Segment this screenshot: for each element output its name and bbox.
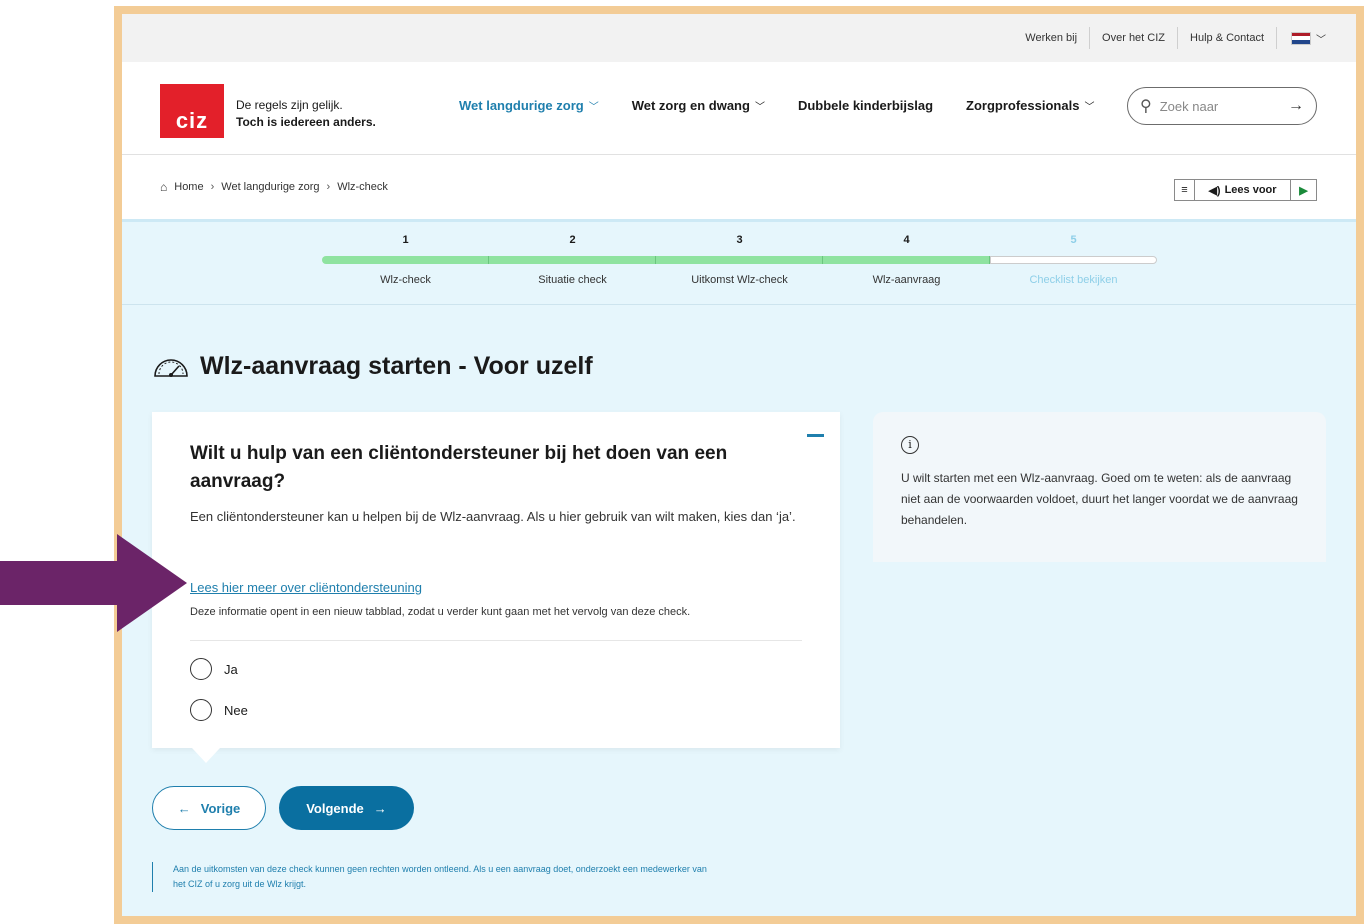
step-label: Wlz-check <box>380 274 431 286</box>
arrow-left-icon: ← <box>177 800 191 816</box>
divider <box>190 640 802 641</box>
question-heading: Wilt u hulp van een cliëntondersteuner b… <box>190 443 728 492</box>
ciz-logo[interactable]: ciz <box>160 84 224 138</box>
breadcrumb-wet-langdurige-zorg[interactable]: Wet langdurige zorg <box>221 181 319 193</box>
link-hulp-contact[interactable]: Hulp & Contact <box>1178 27 1277 49</box>
step-5: 5 Checklist bekijken <box>990 228 1157 286</box>
arrow-right-icon[interactable]: → <box>1288 97 1304 115</box>
radio-option-nee[interactable]: Nee <box>190 699 248 721</box>
next-button[interactable]: Volgende → <box>279 786 414 830</box>
step-number: 2 <box>569 234 576 246</box>
readspeaker-toolbar: ≡ ◀) Lees voor ▶ <box>1174 179 1317 201</box>
step-2: 2 Situatie check <box>489 228 656 286</box>
orange-frame: Werken bij Over het CIZ Hulp & Contact ﹀… <box>114 6 1364 924</box>
nav-wet-zorg-en-dwang[interactable]: Wet zorg en dwang ﹀ <box>632 98 765 113</box>
divider <box>122 304 1356 305</box>
step-label: Uitkomst Wlz-check <box>691 274 788 286</box>
step-progress-bar <box>322 256 489 264</box>
speedometer-icon <box>154 358 188 377</box>
info-card: i U wilt starten met een Wlz-aanvraag. G… <box>873 412 1326 562</box>
progress-stepper: 1 Wlz-check 2 Situatie check 3 Uitkomst … <box>322 228 1158 300</box>
step-progress-bar <box>990 256 1157 264</box>
page-heading: Wlz-aanvraag starten - Voor uzelf <box>152 352 593 381</box>
nav-label: Zorgprofessionals <box>966 98 1080 113</box>
link-over-het-ciz[interactable]: Over het CIZ <box>1090 27 1179 49</box>
chevron-right-icon: › <box>210 181 215 193</box>
home-icon: ⌂ <box>160 180 168 194</box>
step-progress-bar <box>656 256 823 264</box>
nav-wet-langdurige-zorg[interactable]: Wet langdurige zorg ﹀ <box>459 98 599 113</box>
site-header: ciz De regels zijn gelijk. Toch is ieder… <box>122 62 1356 154</box>
info-icon: i <box>901 436 919 454</box>
chevron-down-icon: ﹀ <box>588 102 599 113</box>
utility-bar: Werken bij Over het CIZ Hulp & Contact ﹀ <box>122 14 1356 62</box>
new-tab-note: Deze informatie opent in een nieuw tabbl… <box>190 606 691 618</box>
menu-icon[interactable]: ≡ <box>1175 180 1195 200</box>
step-number: 4 <box>903 234 910 246</box>
step-progress-bar <box>489 256 656 264</box>
card-pointer <box>192 748 220 763</box>
flag-nl-icon <box>1291 31 1311 45</box>
logo-text: ciz <box>175 108 209 133</box>
disclaimer: Aan de uitkomsten van deze check kunnen … <box>152 862 712 892</box>
step-4: 4 Wlz-aanvraag <box>823 228 990 286</box>
search-field[interactable]: ⚲ Zoek naar → <box>1127 87 1317 125</box>
radio-button[interactable] <box>190 658 212 680</box>
tagline: De regels zijn gelijk. Toch is iedereen … <box>236 97 376 131</box>
breadcrumb-bar: ⌂ Home › Wet langdurige zorg › Wlz-check… <box>122 154 1356 222</box>
nav-label: Wet langdurige zorg <box>459 98 584 113</box>
step-number: 5 <box>1070 234 1077 246</box>
read-aloud-label: Lees voor <box>1224 184 1277 196</box>
previous-label: Vorige <box>200 800 241 816</box>
play-icon[interactable]: ▶ <box>1291 180 1316 200</box>
page-title: Wlz-aanvraag starten - Voor uzelf <box>200 352 593 380</box>
breadcrumb-wlz-check: Wlz-check <box>337 181 388 193</box>
next-label: Volgende <box>306 800 364 816</box>
step-label: Checklist bekijken <box>1029 274 1118 286</box>
read-aloud-button[interactable]: ◀) Lees voor <box>1195 180 1291 200</box>
nav-label: Dubbele kinderbijslag <box>797 98 934 113</box>
radio-option-ja[interactable]: Ja <box>190 658 238 680</box>
chevron-down-icon: ﹀ <box>1316 34 1326 46</box>
step-number: 3 <box>736 234 743 246</box>
radio-label: Nee <box>224 702 248 718</box>
nav-label: Wet zorg en dwang <box>631 98 750 113</box>
breadcrumb: ⌂ Home › Wet langdurige zorg › Wlz-check <box>160 180 388 194</box>
question-card: Wilt u hulp van een cliëntondersteuner b… <box>152 412 840 763</box>
previous-button[interactable]: ← Vorige <box>152 786 266 830</box>
highlight-arrow-icon <box>0 534 187 632</box>
client-support-link[interactable]: Lees hier meer over cliëntondersteuning <box>190 580 422 595</box>
search-icon: ⚲ <box>1140 98 1152 115</box>
step-label: Wlz-aanvraag <box>872 274 941 286</box>
question-description: Een cliëntondersteuner kan u helpen bij … <box>190 509 796 524</box>
speaker-icon: ◀) <box>1208 184 1221 197</box>
step-1: 1 Wlz-check <box>322 228 489 286</box>
step-progress-bar <box>823 256 990 264</box>
breadcrumb-home[interactable]: Home <box>174 181 203 193</box>
step-label: Situatie check <box>538 274 607 286</box>
info-text: U wilt starten met een Wlz-aanvraag. Goe… <box>901 471 1298 527</box>
language-selector[interactable]: ﹀ <box>1277 31 1326 46</box>
collapse-icon[interactable] <box>807 434 824 437</box>
step-3: 3 Uitkomst Wlz-check <box>656 228 823 286</box>
browser-page: Werken bij Over het CIZ Hulp & Contact ﹀… <box>122 14 1356 916</box>
link-werken-bij[interactable]: Werken bij <box>1013 27 1091 49</box>
step-number: 1 <box>402 234 409 246</box>
tagline-line-2: Toch is iedereen anders. <box>236 115 376 129</box>
chevron-right-icon: › <box>326 181 331 193</box>
search-placeholder: Zoek naar <box>1159 98 1219 114</box>
chevron-down-icon: ﹀ <box>754 102 765 113</box>
radio-label: Ja <box>224 661 238 677</box>
main-navigation: Wet langdurige zorg ﹀ Wet zorg en dwang ﹀ … <box>459 98 1127 113</box>
nav-dubbele-kinderbijslag[interactable]: Dubbele kinderbijslag <box>798 98 933 113</box>
chevron-down-icon: ﹀ <box>1084 102 1095 113</box>
tagline-line-1: De regels zijn gelijk. <box>236 98 343 112</box>
nav-zorgprofessionals[interactable]: Zorgprofessionals ﹀ <box>966 98 1094 113</box>
arrow-right-icon: → <box>373 800 387 816</box>
radio-button[interactable] <box>190 699 212 721</box>
